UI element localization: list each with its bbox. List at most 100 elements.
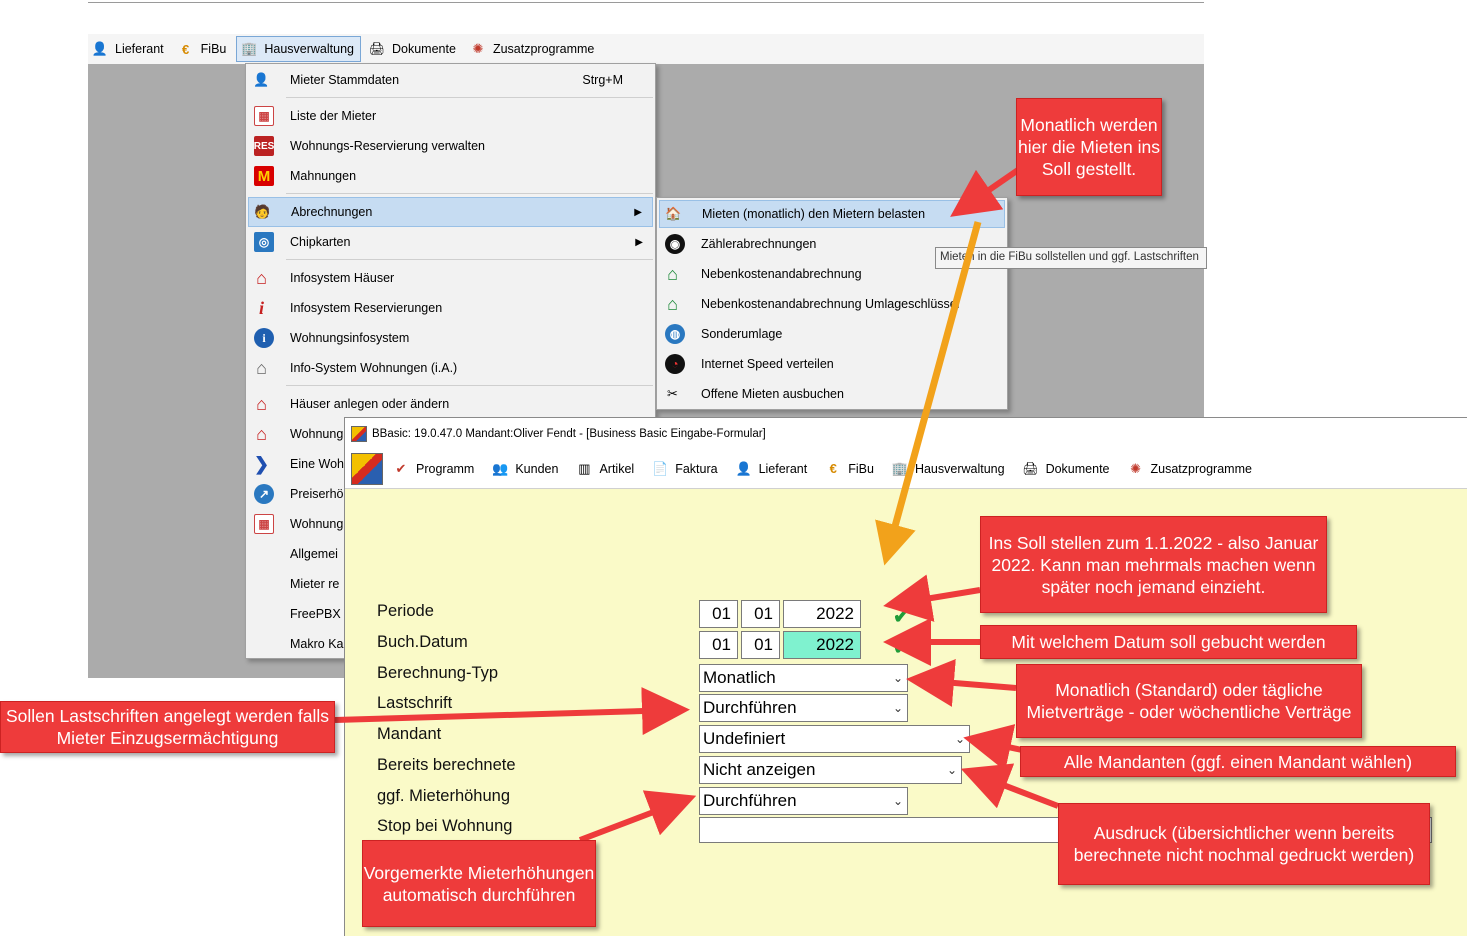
buchdatum-month-input[interactable]: 01	[741, 631, 780, 659]
people-icon: 👥	[492, 460, 509, 476]
red-house-icon: ⌂	[256, 393, 267, 414]
callout-datum: Mit welchem Datum soll gebucht werden	[980, 625, 1357, 659]
menu-item-reservierung[interactable]: RES Wohnungs-Reservierung verwalten	[248, 132, 653, 160]
menu-item-haeuser-anlegen[interactable]: ⌂ Häuser anlegen oder ändern	[248, 390, 653, 418]
chevron-down-icon: ⌄	[946, 763, 957, 777]
menu-item-infosystem-reservierungen[interactable]: i Infosystem Reservierungen	[248, 294, 653, 322]
menu-item-infosystem-haeuser[interactable]: ⌂ Infosystem Häuser	[248, 264, 653, 292]
menu-artikel[interactable]: ▥ Artikel	[572, 456, 640, 482]
bg-menu-dokumente[interactable]: 🖨 Dokumente	[365, 36, 462, 62]
bg-menu-lieferant[interactable]: 👤 Lieferant	[88, 36, 170, 62]
info-blue-circle-icon: i	[254, 328, 274, 348]
submenu-item-sonderumlage[interactable]: ◍ Sonderumlage	[659, 320, 1005, 348]
menu-item-info-system-wohnungen[interactable]: ⌂ Info-System Wohnungen (i.A.)	[248, 354, 653, 382]
confirm-check-icon[interactable]: ✔	[893, 606, 915, 628]
label-lastschrift: Lastschrift	[377, 694, 453, 712]
bereits-berechnete-select[interactable]: Nicht anzeigen ⌄	[699, 756, 962, 784]
calendar-check-icon[interactable]: ✔	[893, 637, 915, 659]
chevron-down-icon: ⌄	[892, 794, 903, 808]
menu-fibu[interactable]: € FiBu	[821, 456, 880, 482]
menu-item-wohnungsinfosystem[interactable]: i Wohnungsinfosystem	[248, 324, 653, 352]
menu-item-mieter-stammdaten[interactable]: 👤 Mieter Stammdaten Strg+M	[248, 66, 653, 94]
window-titlebar: BBasic: 19.0.47.0 Mandant:Oliver Fendt -…	[345, 418, 1467, 449]
menu-hausverwaltung[interactable]: 🏢 Hausverwaltung	[888, 456, 1011, 482]
periode-month-input[interactable]: 01	[741, 600, 780, 628]
app-logo-icon	[351, 425, 367, 442]
submenu-item-offene-mieten[interactable]: ✂ Offene Mieten ausbuchen	[659, 380, 1005, 408]
menu-dokumente[interactable]: 🖨 Dokumente	[1019, 456, 1116, 482]
menu-zusatzprogramme[interactable]: ✺ Zusatzprogramme	[1124, 456, 1258, 482]
person-icon: 👤	[735, 460, 752, 476]
gear-colorful-icon: ✺	[1130, 460, 1141, 476]
chevron-right-icon: ❯	[253, 453, 270, 474]
bg-menubar: 👤 Lieferant € FiBu 🏢 Hausverwaltung 🖨 Dokume…	[88, 34, 1204, 64]
label-berechnung-typ: Berechnung-Typ	[377, 664, 499, 682]
euro-icon: €	[182, 41, 190, 57]
meter-icon: ◉	[665, 234, 685, 254]
lastschrift-select[interactable]: Durchführen ⌄	[699, 694, 908, 722]
callout-monatlich: Monatlich werden hier die Mieten ins Sol…	[1016, 98, 1162, 196]
menu-item-liste-der-mieter[interactable]: ▦ Liste der Mieter	[248, 102, 653, 130]
periode-day-input[interactable]: 01	[699, 600, 738, 628]
menu-item-chipkarten[interactable]: ◎ Chipkarten ▶	[248, 228, 653, 256]
buchdatum-day-input[interactable]: 01	[699, 631, 738, 659]
building-list-icon: ▦	[254, 514, 274, 534]
label-mieterhoehung: ggf. Mieterhöhung	[377, 787, 511, 805]
document-icon: 📄	[652, 460, 669, 476]
printer-icon: 🖨	[368, 41, 386, 56]
label-buchdatum: Buch.Datum	[377, 633, 468, 651]
menu-kunden[interactable]: 👥 Kunden	[488, 456, 564, 482]
submenu-item-mieten-belasten[interactable]: 🏠 Mieten (monatlich) den Mietern belasten	[659, 200, 1005, 228]
bg-menu-fibu[interactable]: € FiBu	[174, 36, 233, 62]
speedometer-icon: ◔	[665, 354, 685, 374]
person-icon: 👤	[91, 41, 109, 56]
house-outline-icon: ⌂	[256, 357, 267, 378]
house-icon: 🏢	[891, 460, 909, 476]
chart-circle-icon: ↗	[254, 484, 274, 504]
red-house-icon: ⌂	[256, 267, 267, 288]
menu-separator	[286, 97, 653, 98]
periode-year-input[interactable]: 2022	[783, 600, 861, 628]
submenu-item-nebenkosten-umlage[interactable]: ⌂ Nebenkostenandabrechnung Umlageschlüsse…	[659, 290, 1005, 318]
house-icon: 🏢	[241, 41, 258, 56]
euro-icon: €	[829, 461, 837, 476]
mandant-select[interactable]: Undefiniert ⌄	[699, 725, 970, 753]
window-title: BBasic: 19.0.47.0 Mandant:Oliver Fendt -…	[372, 427, 766, 440]
callout-mandant: Alle Mandanten (ggf. einen Mandant wähle…	[1020, 746, 1456, 777]
menu-separator	[286, 385, 653, 386]
house-euro-icon: 🏠	[665, 206, 682, 221]
bg-menu-hausverwaltung[interactable]: 🏢 Hausverwaltung	[236, 36, 361, 62]
buchdatum-year-input[interactable]: 2022	[783, 631, 861, 659]
info-i-red-icon: i	[258, 297, 264, 318]
submenu-item-internet-speed[interactable]: ◔ Internet Speed verteilen	[659, 350, 1005, 378]
house-excel-icon: ⌂	[667, 263, 678, 284]
top-divider	[88, 0, 1204, 3]
tooltip: Mieten in die FiBu sollstellen und ggf. …	[935, 247, 1207, 269]
chevron-down-icon: ⌄	[954, 732, 965, 746]
submenu-arrow-icon: ▶	[635, 236, 643, 248]
callout-erhoehung: Vorgemerkte Mieterhöhungen automatisch d…	[362, 840, 596, 927]
check-circle-icon: ✔	[395, 460, 407, 476]
window-menubar: ✔ Programm 👥 Kunden ▥ Artikel 📄 Faktura 👤 Lie…	[345, 449, 1467, 489]
label-bereits-berechnete: Bereits berechnete	[377, 756, 516, 774]
house-reservation-icon: RES	[254, 136, 274, 156]
chipcard-icon: ◎	[254, 232, 274, 252]
submenu-arrow-icon: ▶	[634, 206, 642, 218]
berechnung-typ-select[interactable]: Monatlich ⌄	[699, 664, 908, 692]
callout-soll: Ins Soll stellen zum 1.1.2022 - also Jan…	[980, 516, 1327, 613]
label-stop-bei-wohnung: Stop bei Wohnung	[377, 817, 513, 835]
menu-programm[interactable]: ✔ Programm	[389, 456, 480, 482]
label-mandant: Mandant	[377, 725, 442, 743]
abrechnungen-submenu: 🏠 Mieten (monatlich) den Mietern belasten…	[656, 197, 1008, 410]
gear-colorful-icon: ✺	[472, 41, 484, 56]
menu-faktura[interactable]: 📄 Faktura	[648, 456, 723, 482]
menu-item-abrechnungen[interactable]: 🧑 Abrechnungen ▶	[248, 197, 653, 227]
menu-lieferant[interactable]: 👤 Lieferant	[732, 456, 814, 482]
chevron-down-icon: ⌄	[892, 671, 903, 685]
chevron-down-icon: ⌄	[892, 701, 903, 715]
menu-item-mahnungen[interactable]: M Mahnungen	[248, 162, 653, 190]
red-house-icon: ⌂	[256, 423, 267, 444]
label-periode: Periode	[377, 602, 434, 620]
bg-menu-zusatzprogramme[interactable]: ✺ Zusatzprogramme	[466, 36, 600, 62]
mieterhoehung-select[interactable]: Durchführen ⌄	[699, 787, 908, 815]
